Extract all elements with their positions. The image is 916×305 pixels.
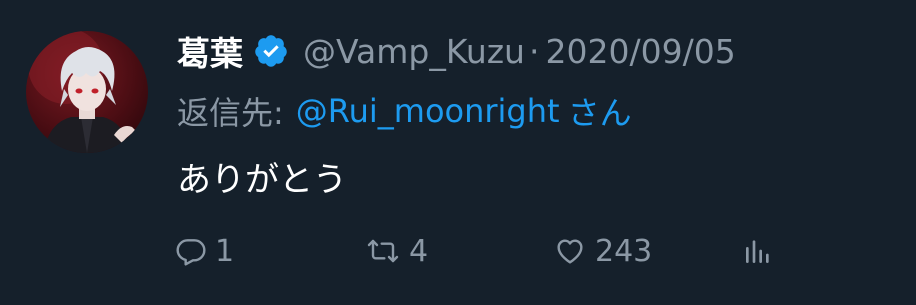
- retweet-count: 4: [409, 233, 429, 269]
- display-name[interactable]: 葛葉: [177, 27, 243, 75]
- verified-badge-icon: [253, 33, 289, 69]
- reply-context: 返信先: @Rui_moonright さん: [177, 86, 896, 136]
- tweet-header: 葛葉 @Vamp_Kuzu · 2020/09/05: [177, 22, 896, 80]
- retweet-icon: [365, 235, 401, 267]
- retweet-button[interactable]: 4: [365, 226, 428, 276]
- analytics-button[interactable]: [742, 226, 774, 276]
- tweet-text: ありがとう: [177, 160, 347, 200]
- tweet-content: 葛葉 @Vamp_Kuzu · 2020/09/05 返信先: @Rui_moo…: [177, 22, 896, 206]
- analytics-icon: [742, 235, 774, 267]
- reply-to-user-link[interactable]: @Rui_moonright: [296, 92, 560, 130]
- like-button[interactable]: 243: [553, 226, 652, 276]
- like-icon: [553, 235, 587, 267]
- like-count: 243: [595, 233, 653, 269]
- reply-button[interactable]: 1: [175, 226, 234, 276]
- reply-icon: [175, 235, 207, 267]
- reply-prefix: 返信先:: [177, 94, 284, 132]
- separator-dot: ·: [528, 31, 540, 71]
- reply-suffix: さん: [567, 94, 632, 132]
- user-handle[interactable]: @Vamp_Kuzu: [303, 32, 525, 71]
- tweet-date[interactable]: 2020/09/05: [545, 32, 735, 71]
- avatar[interactable]: [26, 31, 148, 153]
- reply-count: 1: [215, 233, 235, 269]
- tweet[interactable]: 葛葉 @Vamp_Kuzu · 2020/09/05 返信先: @Rui_moo…: [0, 0, 916, 305]
- tweet-actions: 1 4 243: [175, 226, 795, 276]
